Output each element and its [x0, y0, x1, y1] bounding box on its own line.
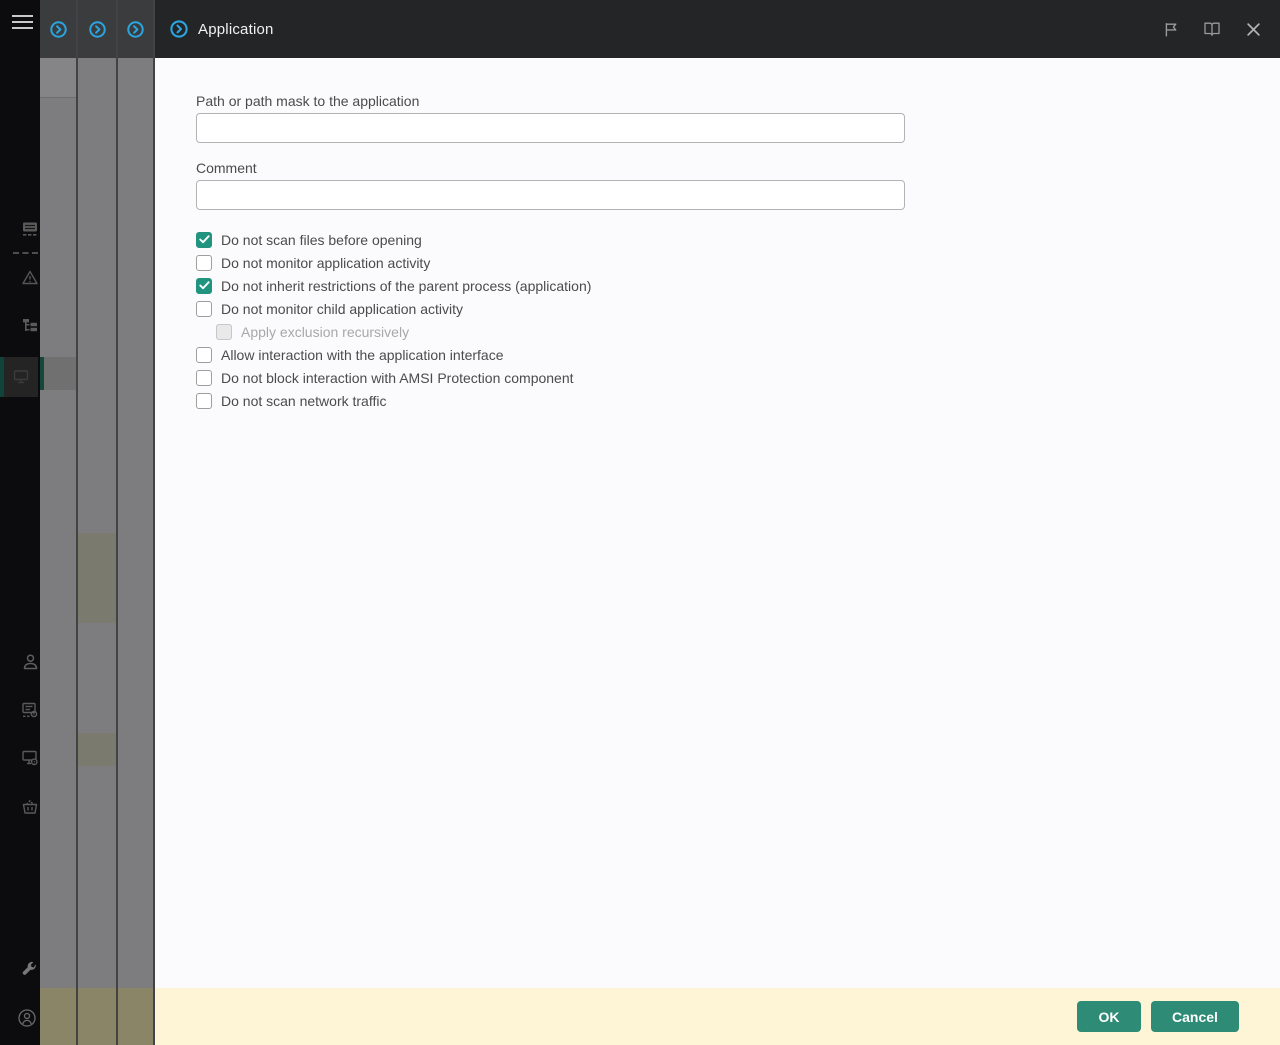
panel-tab-2[interactable]	[78, 0, 116, 58]
path-label: Path or path mask to the application	[196, 93, 420, 109]
hierarchy-icon[interactable]	[21, 317, 39, 335]
checkbox-row[interactable]: Do not inherit restrictions of the paren…	[196, 274, 1280, 297]
main-sidebar	[0, 0, 40, 1045]
checkbox[interactable]	[196, 369, 212, 386]
flag-icon[interactable]	[1162, 20, 1180, 38]
panel-content: Path or path mask to the application Com…	[155, 58, 1280, 988]
checkbox	[216, 323, 232, 340]
checkbox-label: Do not scan network traffic	[221, 392, 387, 409]
checkbox-row[interactable]: Do not scan network traffic	[196, 389, 1280, 412]
checkmark-icon	[198, 235, 210, 244]
monitoring-icon[interactable]	[21, 220, 39, 238]
device-settings-icon[interactable]	[21, 749, 39, 767]
checkbox[interactable]	[196, 277, 212, 294]
panel-tab-3[interactable]	[118, 0, 153, 58]
stacked-panel-1	[40, 0, 78, 1045]
checkbox[interactable]	[196, 392, 212, 409]
panel-tab-1[interactable]	[40, 0, 76, 58]
exclusion-options-list: Do not scan files before opening Do not …	[196, 228, 1280, 412]
checkbox-row[interactable]: Do not monitor application activity	[196, 251, 1280, 274]
checkbox-row[interactable]: Do not monitor child application activit…	[196, 297, 1280, 320]
book-icon[interactable]	[1203, 20, 1221, 38]
checkbox[interactable]	[196, 300, 212, 317]
circle-chevron-icon	[127, 20, 144, 38]
console-settings-icon[interactable]	[20, 960, 38, 978]
checkbox-label: Do not inherit restrictions of the paren…	[221, 277, 592, 294]
application-panel: Application Path or path mask to the app…	[155, 0, 1280, 1045]
checkbox-row: Apply exclusion recursively	[216, 320, 1280, 343]
checkbox[interactable]	[196, 254, 212, 271]
app-window: Application Path or path mask to the app…	[0, 0, 1280, 1045]
sidebar-item-devices-selected[interactable]	[0, 357, 38, 397]
ok-button[interactable]: OK	[1077, 1001, 1141, 1032]
checkbox-label: Do not monitor application activity	[221, 254, 431, 271]
users-icon[interactable]	[21, 653, 39, 671]
checkbox-row[interactable]: Allow interaction with the application i…	[196, 343, 1280, 366]
checkbox[interactable]	[196, 346, 212, 363]
checkbox-label: Do not scan files before opening	[221, 231, 422, 248]
menu-icon[interactable]	[12, 15, 33, 31]
alerts-icon[interactable]	[21, 269, 39, 287]
close-icon[interactable]	[1244, 20, 1262, 38]
checkbox-row[interactable]: Do not block interaction with AMSI Prote…	[196, 366, 1280, 389]
checkbox-label: Allow interaction with the application i…	[221, 346, 504, 363]
checkbox-row[interactable]: Do not scan files before opening	[196, 228, 1280, 251]
circle-chevron-icon	[49, 20, 67, 38]
stacked-panel-2	[78, 0, 118, 1045]
checkbox-label: Do not monitor child application activit…	[221, 300, 464, 317]
circle-chevron-icon	[170, 20, 188, 38]
comment-input[interactable]	[196, 180, 905, 210]
stacked-panel-3	[118, 0, 155, 1045]
policies-icon[interactable]	[21, 701, 39, 719]
circle-chevron-icon	[88, 20, 106, 38]
checkmark-icon	[198, 281, 210, 290]
cancel-button[interactable]: Cancel	[1151, 1001, 1239, 1032]
page-title: Application	[198, 20, 274, 38]
sidebar-divider	[13, 252, 38, 254]
path-input[interactable]	[196, 113, 905, 143]
checkbox[interactable]	[196, 231, 212, 248]
checkbox-label: Apply exclusion recursively	[241, 323, 410, 340]
checkbox-label: Do not block interaction with AMSI Prote…	[221, 369, 574, 386]
account-icon[interactable]	[17, 1008, 37, 1028]
panel-footer: OK Cancel	[155, 988, 1280, 1045]
panel-header: Application	[155, 0, 1280, 58]
comment-label: Comment	[196, 160, 257, 176]
marketplace-icon[interactable]	[21, 798, 39, 816]
